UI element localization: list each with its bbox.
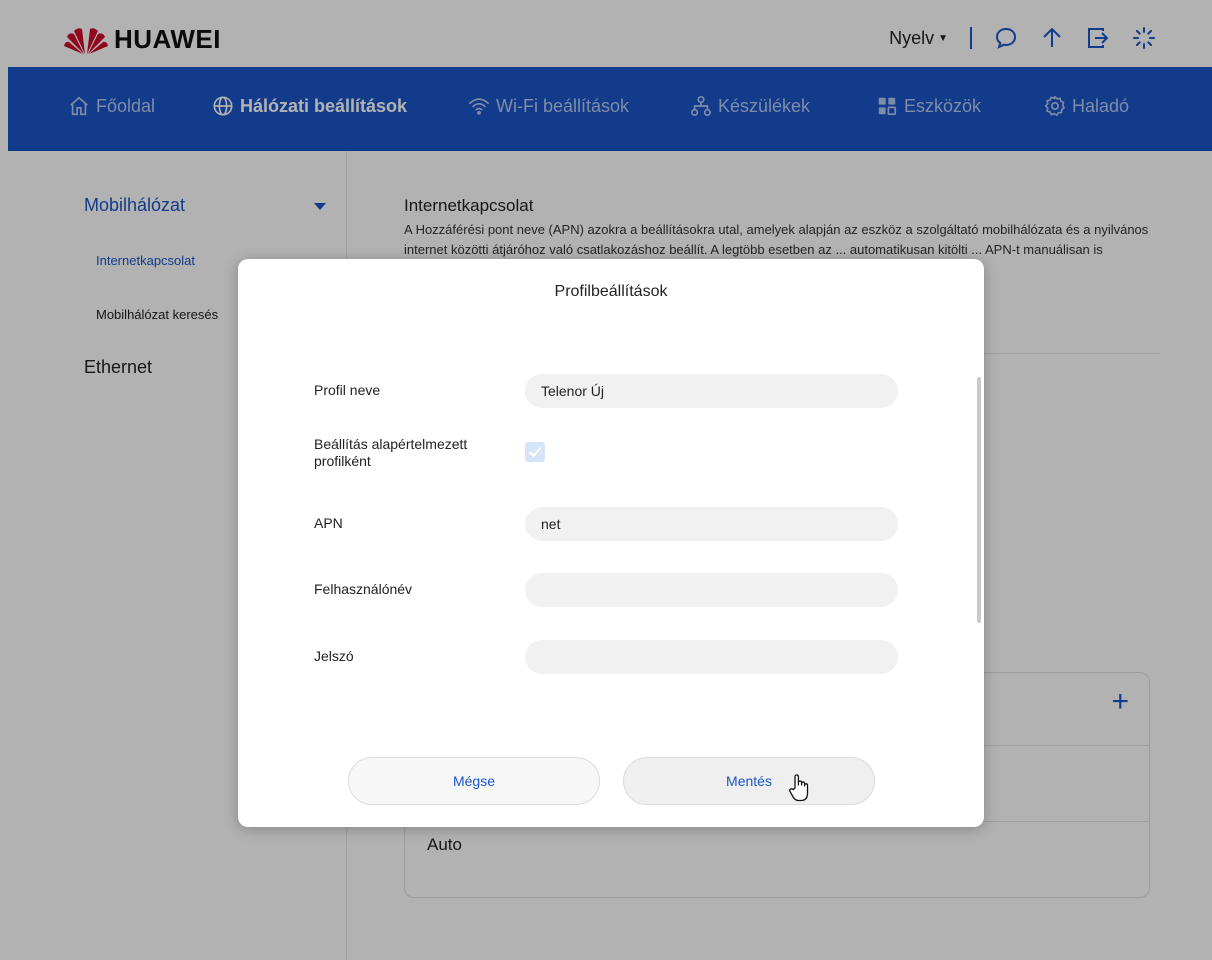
username-input[interactable] — [525, 573, 898, 607]
profile-settings-dialog: Profilbeállítások Profil neve Beállítás … — [238, 259, 984, 827]
password-label: Jelszó — [314, 648, 354, 664]
dialog-scrollbar[interactable] — [977, 377, 981, 623]
checkmark-icon — [529, 447, 541, 457]
password-input[interactable] — [525, 640, 898, 674]
username-label: Felhasználónév — [314, 581, 413, 597]
apn-label: APN — [314, 515, 343, 531]
profile-name-label: Profil neve — [314, 382, 381, 398]
default-profile-checkbox[interactable] — [525, 442, 545, 462]
save-button[interactable]: Mentés — [623, 757, 875, 805]
default-profile-label: Beállítás alapértelmezett profilként — [314, 436, 468, 469]
apn-input[interactable] — [525, 507, 898, 541]
profile-name-input[interactable] — [525, 374, 898, 408]
hand-pointer-cursor-icon — [789, 774, 809, 802]
dialog-title: Profilbeállítások — [554, 283, 668, 300]
cancel-button[interactable]: Mégse — [348, 757, 600, 805]
